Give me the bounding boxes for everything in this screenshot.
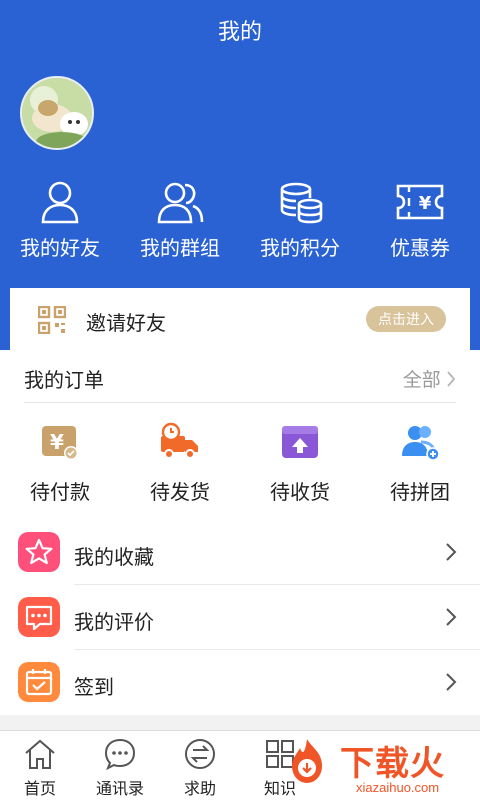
order-status-label: 待发货 — [150, 482, 210, 504]
avatar-image — [22, 78, 92, 148]
watermark: 下载火 xiazaihuo.com — [272, 730, 480, 800]
menu-item-favorites[interactable]: 我的收藏 — [0, 520, 480, 585]
svg-text:¥: ¥ — [50, 430, 64, 454]
quick-link-label: 优惠券 — [390, 238, 450, 260]
menu-item-label: 签到 — [74, 677, 114, 699]
qr-code-icon — [38, 306, 66, 334]
person-icon — [41, 181, 79, 224]
chevron-right-icon — [447, 371, 456, 387]
my-orders-section: 我的订单 全部 ¥ 待付款 待发货 待收货 待拼团 — [0, 350, 480, 520]
invite-friends-card[interactable]: 邀请好友 点击进入 — [10, 288, 470, 350]
truck-icon — [161, 422, 198, 459]
quick-links: 我的好友 我的群组 我的积分 ¥ 优惠券 — [0, 180, 480, 270]
watermark-domain: xiazaihuo.com — [356, 780, 440, 795]
quick-link-label: 我的群组 — [140, 238, 220, 260]
group-plus-icon — [402, 426, 440, 461]
calendar-check-icon — [18, 662, 60, 702]
home-icon — [25, 739, 55, 769]
yen-card-icon: ¥ — [42, 426, 78, 460]
coins-icon — [280, 182, 323, 224]
menu-item-label: 我的收藏 — [74, 547, 154, 569]
order-status-label: 待付款 — [30, 482, 90, 504]
all-orders-link[interactable]: 全部 — [403, 365, 456, 392]
tab-contacts[interactable]: 通讯录 — [80, 731, 160, 800]
menu-item-label: 我的评价 — [74, 612, 154, 634]
menu-item-reviews[interactable]: 我的评价 — [0, 585, 480, 650]
orders-title: 我的订单 — [24, 370, 104, 392]
order-pending-receipt[interactable]: 待收货 — [240, 422, 360, 505]
order-status-label: 待拼团 — [390, 482, 450, 504]
divider — [24, 402, 456, 403]
avatar[interactable] — [20, 76, 94, 150]
quick-link-label: 我的好友 — [20, 238, 100, 260]
order-status-row: ¥ 待付款 待发货 待收货 待拼团 — [0, 422, 480, 505]
group-icon — [157, 182, 204, 224]
menu-item-checkin[interactable]: 签到 — [0, 650, 480, 715]
comment-icon — [18, 597, 60, 637]
page-title: 我的 — [217, 19, 262, 44]
quick-link-groups[interactable]: 我的群组 — [120, 180, 240, 270]
chevron-right-icon — [446, 673, 457, 691]
tab-help[interactable]: 求助 — [160, 731, 240, 800]
svg-text:¥: ¥ — [419, 193, 432, 214]
star-icon — [18, 532, 60, 572]
all-orders-label: 全部 — [402, 370, 441, 391]
quick-link-points[interactable]: 我的积分 — [240, 180, 360, 270]
quick-link-friends[interactable]: 我的好友 — [0, 180, 120, 270]
order-pending-payment[interactable]: ¥ 待付款 — [0, 422, 120, 505]
tab-label: 求助 — [183, 781, 216, 798]
order-status-label: 待收货 — [270, 482, 330, 504]
tab-label: 首页 — [23, 781, 56, 798]
tab-home[interactable]: 首页 — [0, 731, 80, 800]
coupon-icon: ¥ — [396, 184, 444, 220]
quick-link-label: 我的积分 — [260, 238, 340, 260]
chevron-right-icon — [446, 608, 457, 626]
chevron-right-icon — [446, 543, 457, 561]
exchange-icon — [185, 739, 215, 769]
quick-link-coupons[interactable]: ¥ 优惠券 — [360, 180, 480, 270]
watermark-title: 下载火 — [340, 745, 445, 783]
enter-button[interactable]: 点击进入 — [366, 306, 446, 332]
order-pending-shipment[interactable]: 待发货 — [120, 422, 240, 505]
menu-list: 我的收藏 我的评价 签到 — [0, 520, 480, 715]
chat-icon — [104, 738, 136, 771]
box-up-icon — [282, 426, 318, 458]
order-pending-group[interactable]: 待拼团 — [360, 422, 480, 505]
invite-label: 邀请好友 — [86, 313, 166, 335]
flame-logo-icon — [292, 739, 322, 783]
tab-label: 通讯录 — [95, 781, 144, 798]
